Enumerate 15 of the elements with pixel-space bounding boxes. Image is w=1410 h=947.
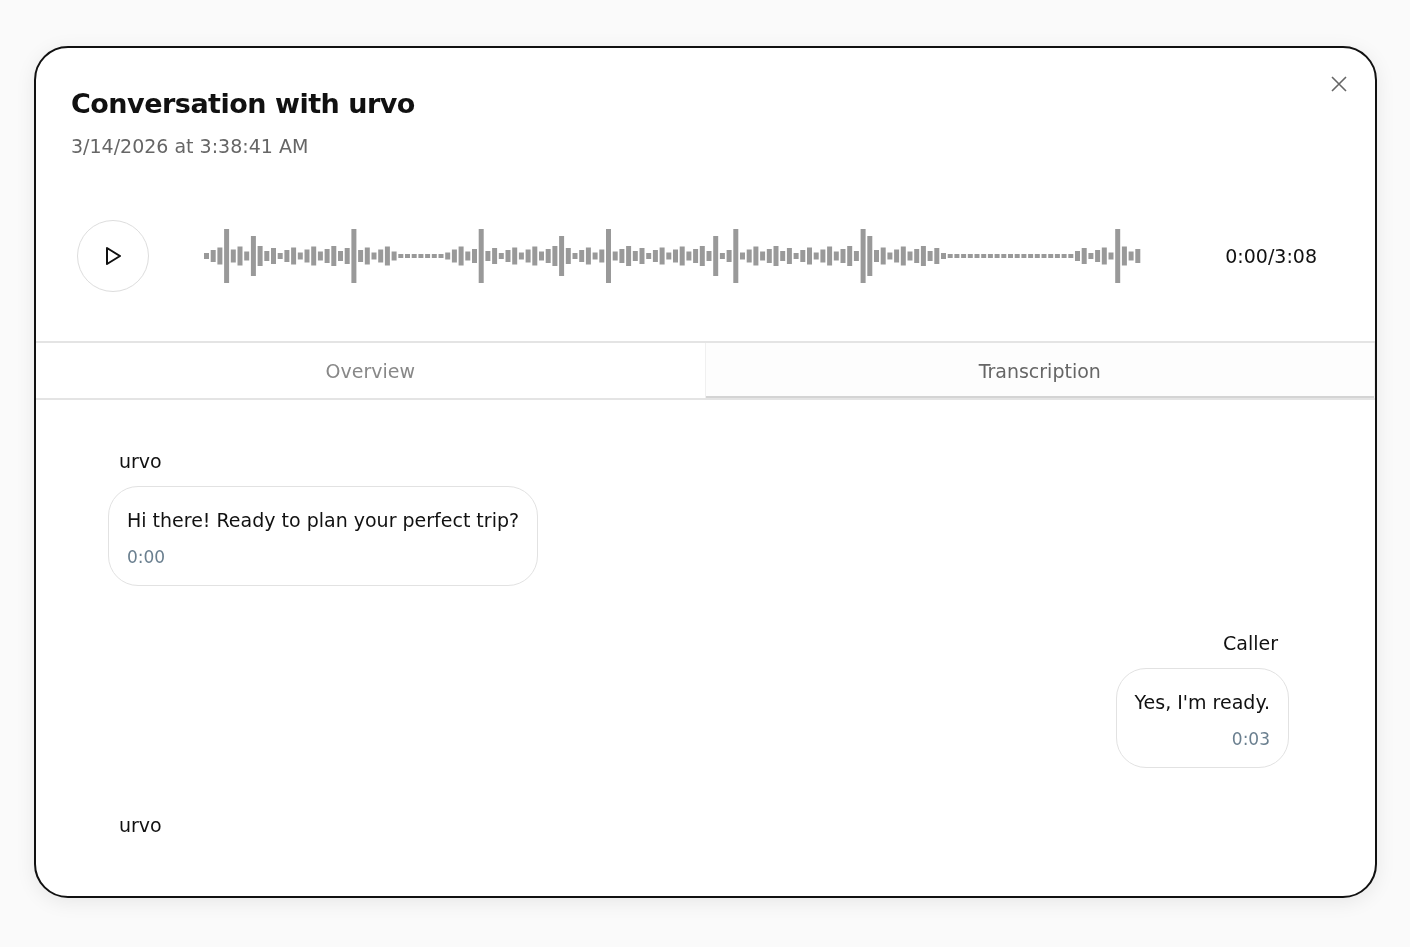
speaker-name: urvo — [118, 450, 163, 472]
close-icon — [1331, 76, 1347, 92]
message-text: Yes, I'm ready. — [1134, 691, 1270, 713]
play-icon — [104, 246, 122, 266]
message-time: 0:03 — [1231, 729, 1270, 749]
dialog-title: Conversation with urvo — [71, 88, 416, 119]
timestamp: 3/14/2026 at 3:38:41 AM — [71, 135, 310, 157]
speaker-name: Caller — [1222, 632, 1279, 654]
close-button[interactable] — [1331, 76, 1347, 92]
tab[interactable]: Overview — [36, 343, 706, 398]
speaker-name: urvo — [118, 814, 163, 836]
playback-time: 0:00/3:08 — [1225, 245, 1317, 267]
message-text: Hi there! Ready to plan your perfect trip? — [127, 509, 520, 531]
tab[interactable]: Transcription — [705, 343, 1375, 398]
message-time: 0:00 — [127, 547, 167, 567]
